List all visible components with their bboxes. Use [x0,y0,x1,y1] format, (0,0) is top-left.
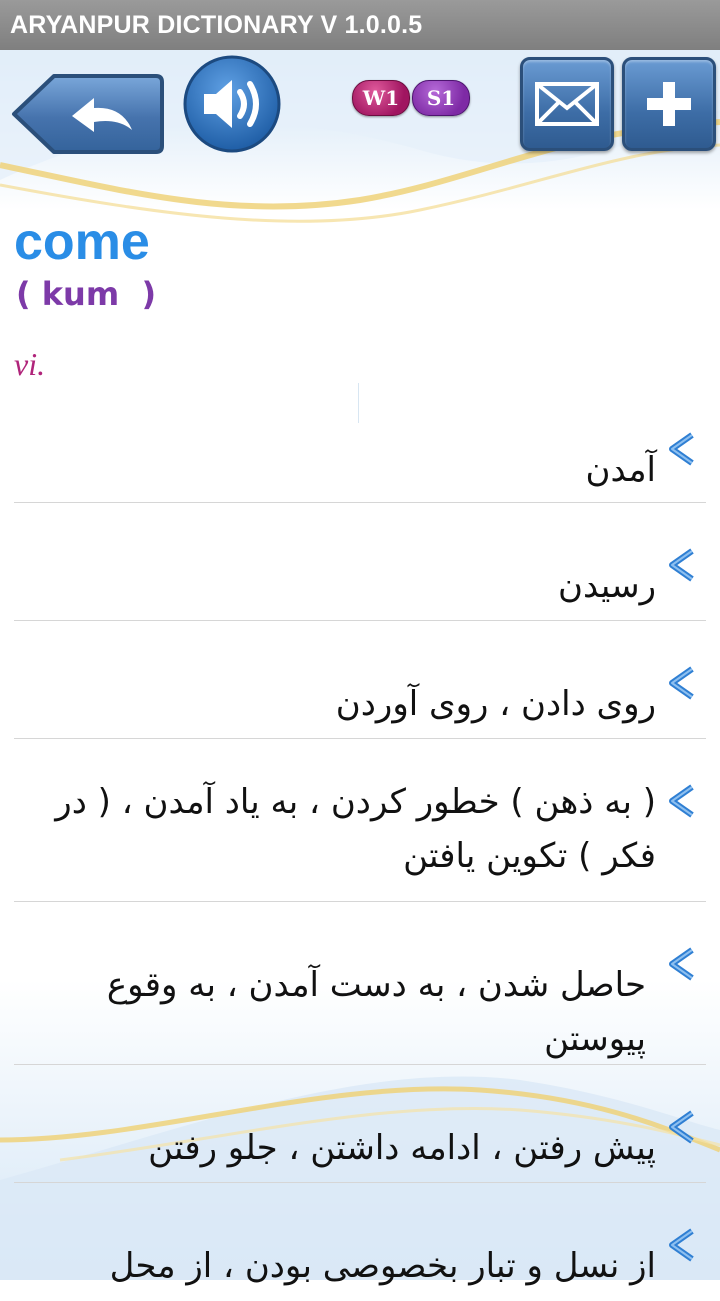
chevron-left-icon [669,666,694,700]
written-frequency-badge: W1 [352,80,410,116]
frequency-badges: W1 S1 [352,80,470,116]
definition-text: آمدن [585,450,656,490]
chevron-left-icon [669,947,694,981]
back-button[interactable] [10,72,166,156]
headword: come [14,213,150,271]
chevron-left-icon [669,432,694,466]
chevron-left-icon [669,548,694,582]
definition-text: حاصل شدن ، به دست آمدن ، به وقوع پیوستن [106,965,646,1059]
definition-item[interactable]: آمدن [14,405,706,503]
back-arrow-icon [12,74,164,154]
chevron-left-icon [669,784,694,818]
app-title: ARYANPUR DICTIONARY V 1.0.0.5 [10,11,423,39]
definition-text: ( به ذهن ) خطور کردن ، به یاد آمدن ، ( د… [55,782,656,876]
part-of-speech: vi. [14,346,46,382]
definition-text: رسیدن [558,566,656,606]
spoken-frequency-badge: S1 [412,80,470,116]
definition-item[interactable]: حاصل شدن ، به دست آمدن ، به وقوع پیوستن [14,902,706,1065]
speaker-button[interactable] [182,54,282,154]
definition-item[interactable]: روی دادن ، روی آوردن [14,621,706,739]
definition-item[interactable]: ( به ذهن ) خطور کردن ، به یاد آمدن ، ( د… [14,739,706,902]
definition-item[interactable]: پیش رفتن ، ادامه داشتن ، جلو رفتن [14,1065,706,1183]
definition-item[interactable]: از نسل و تبار بخصوصی بودن ، از محل [14,1183,706,1301]
definition-text: از نسل و تبار بخصوصی بودن ، از محل [109,1246,656,1286]
chevron-left-icon [669,1110,694,1144]
definitions-list: آمدن رسیدن روی دادن ، روی آوردن ( به ذهن… [0,405,720,1301]
plus-icon [647,82,691,126]
mail-button[interactable] [520,57,614,151]
mail-icon [535,82,599,126]
chevron-left-icon [669,1228,694,1262]
definition-text: روی دادن ، روی آوردن [335,684,656,724]
definition-item[interactable]: رسیدن [14,503,706,621]
app-title-bar: ARYANPUR DICTIONARY V 1.0.0.5 [0,0,720,50]
add-button[interactable] [622,57,716,151]
definition-text: پیش رفتن ، ادامه داشتن ، جلو رفتن [148,1128,656,1168]
speaker-icon [183,55,281,153]
toolbar: W1 S1 [0,50,720,180]
pronunciation: ( kum ) [16,275,157,313]
